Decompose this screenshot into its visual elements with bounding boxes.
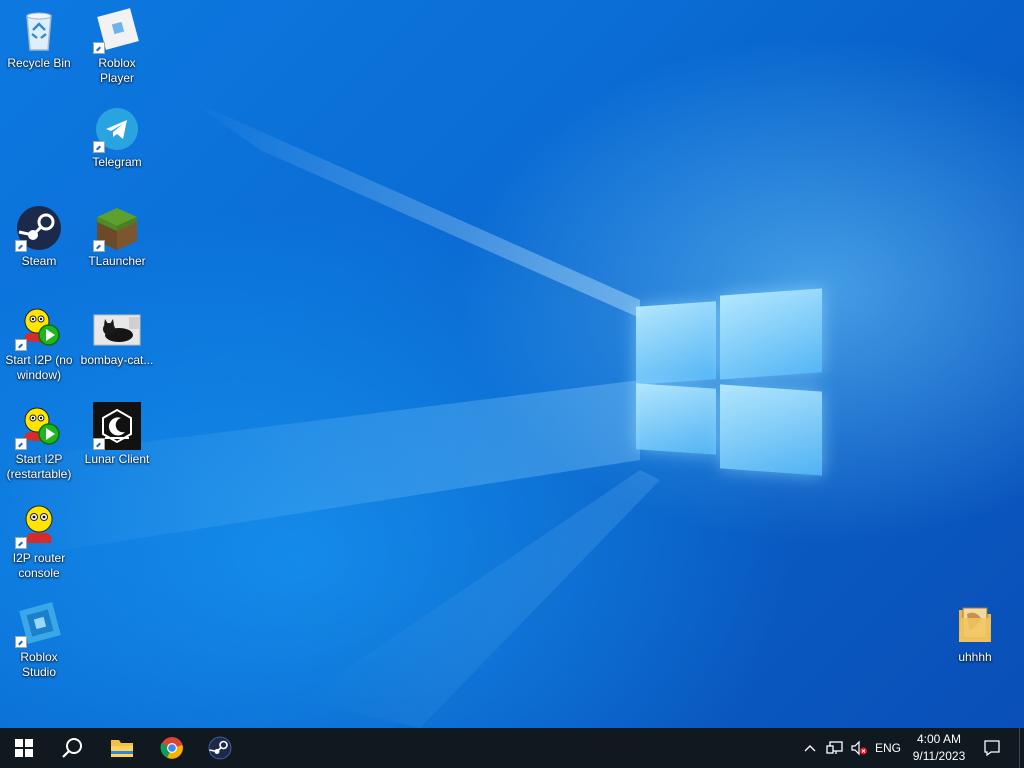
windows-logo-wallpaper (636, 288, 824, 480)
desktop-icon-label: Roblox Player (98, 56, 136, 85)
volume-button[interactable] (848, 728, 870, 768)
desktop-icon-label: Steam (21, 254, 57, 268)
input-language-indicator[interactable]: ENG (872, 728, 904, 768)
clock-date: 9/11/2023 (912, 749, 966, 763)
clock[interactable]: 4:00 AM 9/11/2023 (904, 731, 974, 765)
network-button[interactable] (824, 728, 846, 768)
steam-icon (15, 204, 63, 252)
shortcut-arrow-icon (15, 537, 27, 549)
taskbar-steam[interactable] (196, 728, 244, 768)
shortcut-arrow-icon (93, 438, 105, 450)
lunar-client-icon (93, 402, 141, 450)
recycle-bin-icon (15, 6, 63, 54)
shortcut-arrow-icon (15, 240, 27, 252)
file-explorer-icon (111, 740, 133, 757)
windows-start-icon (15, 739, 33, 757)
network-icon (826, 741, 843, 754)
roblox-player-icon (93, 6, 141, 54)
search-button[interactable] (48, 728, 96, 768)
chrome-icon (160, 737, 183, 759)
show-desktop-button[interactable] (1019, 728, 1024, 768)
show-hidden-icons-button[interactable] (800, 728, 820, 768)
shortcut-arrow-icon (93, 42, 105, 54)
desktop-icon-start-i2p-restartable[interactable]: Start I2P (restartable) (0, 396, 78, 482)
folder-icon (951, 600, 999, 648)
desktop-icon-tlauncher[interactable]: TLauncher (78, 198, 156, 269)
desktop-icon-roblox-studio[interactable]: Roblox Studio (0, 594, 78, 680)
shortcut-arrow-icon (93, 240, 105, 252)
desktop-icon-steam[interactable]: Steam (0, 198, 78, 269)
steam-icon (208, 736, 232, 760)
i2p-icon (15, 501, 63, 549)
desktop-icon-label: uhhhh (958, 650, 992, 664)
desktop-icon-telegram[interactable]: Telegram (78, 99, 156, 170)
desktop-icon-label: TLauncher (88, 254, 146, 268)
desktop-icon-uhhhh[interactable]: uhhhh (936, 594, 1014, 665)
volume-muted-icon (851, 740, 868, 756)
desktop-icon-label: bombay-cat... (80, 353, 154, 367)
shortcut-arrow-icon (15, 339, 27, 351)
desktop-icon-label: Lunar Client (84, 452, 150, 466)
clock-time: 4:00 AM (916, 732, 962, 746)
shortcut-arrow-icon (93, 141, 105, 153)
notification-icon (984, 740, 1000, 757)
tlauncher-icon (93, 204, 141, 252)
desktop-icon-start-i2p-no-window[interactable]: Start I2P (no window) (0, 297, 78, 383)
desktop-icon-label: Telegram (92, 155, 142, 169)
desktop-icon-label: I2P router console (12, 551, 66, 580)
desktop-icon-label: Start I2P (restartable) (6, 452, 72, 481)
desktop-icon-roblox-player[interactable]: Roblox Player (78, 0, 156, 86)
search-icon (62, 738, 82, 758)
start-button[interactable] (0, 728, 48, 768)
desktop-icon-bombay-cat[interactable]: bombay-cat... (78, 297, 156, 368)
shortcut-arrow-icon (15, 438, 27, 450)
action-center-button[interactable] (976, 728, 1008, 768)
desktop-icon-label: Start I2P (no window) (5, 353, 73, 382)
language-label: ENG (874, 741, 901, 755)
roblox-studio-icon (15, 600, 63, 648)
desktop-icon-label: Recycle Bin (7, 56, 71, 70)
telegram-icon (93, 105, 141, 153)
desktop[interactable]: Recycle Bin Roblox Player Telegram Steam… (0, 0, 1024, 728)
taskbar: ENG 4:00 AM 9/11/2023 (0, 728, 1024, 768)
cat-image-icon (93, 303, 141, 351)
desktop-icon-i2p-router-console[interactable]: I2P router console (0, 495, 78, 581)
desktop-icon-lunar-client[interactable]: Lunar Client (78, 396, 156, 467)
desktop-icon-label: Roblox Studio (20, 650, 58, 679)
i2p-start-icon (15, 303, 63, 351)
taskbar-file-explorer[interactable] (98, 728, 146, 768)
i2p-start-icon (15, 402, 63, 450)
chevron-up-icon (804, 745, 816, 752)
taskbar-chrome[interactable] (148, 728, 196, 768)
shortcut-arrow-icon (15, 636, 27, 648)
desktop-icon-recycle-bin[interactable]: Recycle Bin (0, 0, 78, 71)
